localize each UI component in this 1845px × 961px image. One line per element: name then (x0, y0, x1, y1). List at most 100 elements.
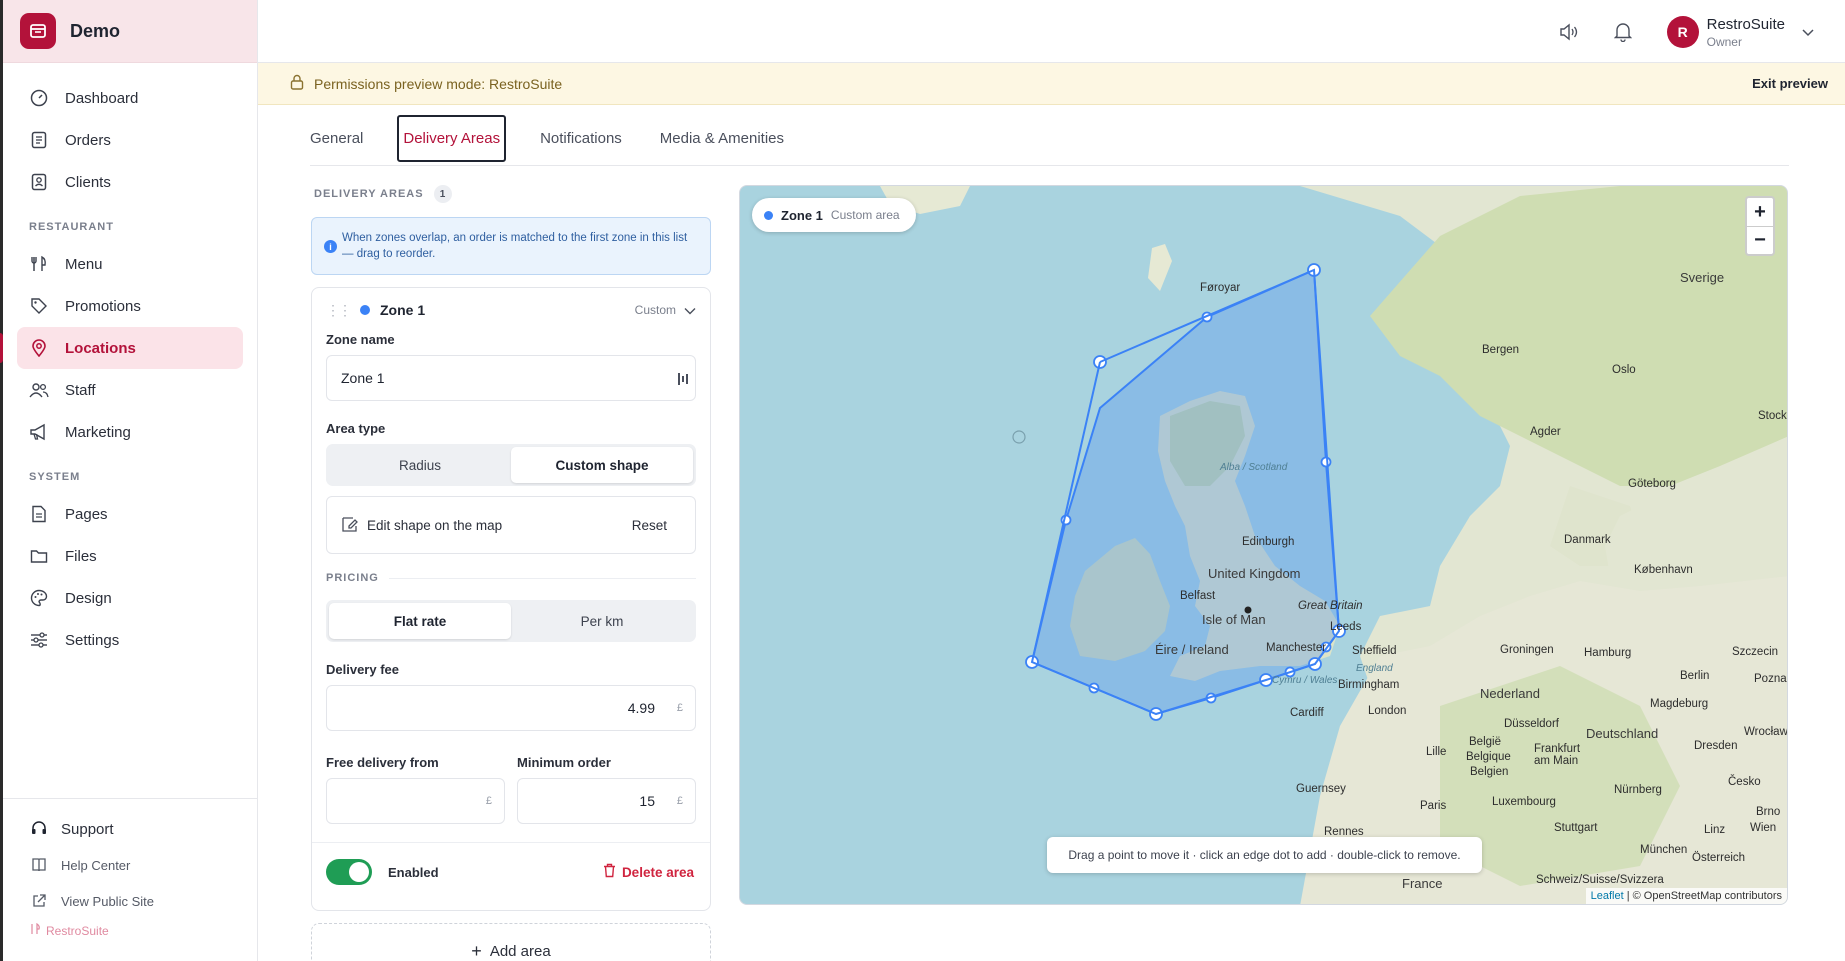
delete-area-button[interactable]: Delete area (603, 863, 694, 881)
tab-media-amenities[interactable]: Media & Amenities (656, 116, 788, 161)
pricing-per-km[interactable]: Per km (511, 603, 693, 639)
brand-header[interactable]: Demo (3, 0, 257, 63)
area-type-radius[interactable]: Radius (329, 447, 511, 483)
zone-color-dot (764, 210, 773, 220)
map-label-nederland: Nederland (1480, 686, 1540, 701)
delivery-fee-value: 4.99 (627, 700, 655, 716)
sidebar-item-label: Design (65, 589, 112, 607)
location-pin-icon (29, 338, 49, 358)
sidebar-item-locations[interactable]: Locations (0, 327, 243, 369)
map-label-magdeburg: Magdeburg (1650, 698, 1709, 710)
zone-pill[interactable]: Zone 1 Custom area (752, 198, 916, 232)
sidebar-item-clients[interactable]: Clients (17, 161, 243, 203)
sidebar-item-dashboard[interactable]: Dashboard (17, 77, 243, 119)
sidebar-item-pages[interactable]: Pages (17, 493, 243, 535)
info-icon: i (324, 240, 337, 253)
map-label-osterreich: Österreich (1692, 852, 1746, 864)
orders-icon (29, 130, 49, 150)
delivery-fee-input[interactable]: 4.99 £ (326, 685, 696, 731)
banner-text: Permissions preview mode: RestroSuite (314, 75, 563, 92)
map-label-stock: Stock (1758, 410, 1787, 422)
sidebar-item-marketing[interactable]: Marketing (17, 411, 243, 453)
delivery-areas-title: DELIVERY AREAS (314, 188, 424, 200)
map-label-luxembourg: Luxembourg (1492, 796, 1556, 808)
sidebar-item-label: Staff (65, 381, 96, 399)
megaphone-icon (29, 422, 49, 442)
drag-handle-icon[interactable]: ⋮⋮ (326, 302, 352, 319)
tab-general[interactable]: General (306, 116, 367, 161)
tab-delivery-areas[interactable]: Delivery Areas (397, 114, 507, 162)
map-label-wroclaw: Wrocław (1744, 726, 1788, 738)
map-label-frankfurt: Frankfurt am Main (1534, 743, 1581, 767)
map-label-bergen: Bergen (1482, 344, 1520, 356)
map-label-munchen: München (1640, 844, 1688, 856)
area-type-custom-shape[interactable]: Custom shape (511, 447, 693, 483)
avatar: R (1666, 16, 1699, 48)
section-system-heading: SYSTEM (29, 471, 81, 483)
osm-attribution: | © OpenStreetMap contributors (1626, 890, 1782, 902)
user-name: RestroSuite (1706, 15, 1785, 33)
enabled-row: Enabled Delete area (312, 842, 710, 885)
user-menu[interactable]: R RestroSuite Owner (1666, 16, 1815, 49)
map-label-wales: Cymru / Wales (1272, 675, 1338, 686)
bell-icon[interactable] (1603, 12, 1643, 52)
zone-name-input[interactable]: Zone 1 (326, 355, 696, 401)
map-label-hamburg: Hamburg (1584, 647, 1632, 659)
sidebar-item-orders[interactable]: Orders (17, 119, 243, 161)
zone-card: ⋮⋮ Zone 1 Custom Zone name Zone 1 Area t… (311, 287, 711, 911)
map-label-london: London (1368, 705, 1407, 717)
sidebar-item-files[interactable]: Files (17, 535, 243, 577)
enabled-toggle[interactable] (326, 859, 372, 885)
edit-shape-icon (341, 515, 359, 536)
zoom-out-button[interactable]: − (1747, 226, 1773, 254)
pricing-flat-rate[interactable]: Flat rate (329, 603, 511, 639)
map-label-stuttgart: Stuttgart (1554, 822, 1598, 834)
support-link[interactable]: Support (17, 811, 243, 847)
map-label-szczecin: Szczecin (1732, 646, 1779, 658)
map-label-goteborg: Göteborg (1628, 478, 1676, 490)
sidebar-item-promotions[interactable]: Promotions (17, 285, 243, 327)
map-label-alba: Alba / Scotland (1220, 462, 1288, 473)
sidebar-item-staff[interactable]: Staff (17, 369, 243, 411)
zone-header[interactable]: ⋮⋮ Zone 1 Custom (312, 288, 710, 332)
sidebar-item-label: Clients (65, 173, 111, 191)
tag-icon (29, 296, 49, 316)
free-delivery-group: Free delivery from £ (326, 755, 505, 824)
sidebar-item-design[interactable]: Design (17, 577, 243, 619)
tab-notifications[interactable]: Notifications (536, 116, 626, 161)
delivery-areas-heading: DELIVERY AREAS 1 (314, 185, 714, 203)
reset-shape-button[interactable]: Reset (632, 518, 667, 533)
minimum-order-input[interactable]: 15 £ (517, 778, 696, 824)
add-area-button[interactable]: + Add area (311, 923, 711, 961)
map-attribution: Leaflet | © OpenStreetMap contributors (1585, 888, 1787, 904)
delete-area-label: Delete area (621, 864, 694, 880)
pricing-toggle: Flat rate Per km (326, 600, 696, 642)
sidebar-item-settings[interactable]: Settings (17, 619, 243, 661)
sidebar-item-menu[interactable]: Menu (17, 243, 243, 285)
preview-banner: Permissions preview mode: RestroSuite Ex… (258, 63, 1845, 105)
edit-shape-box: Edit shape on the map Reset (326, 496, 696, 554)
zoom-in-button[interactable]: + (1747, 198, 1773, 226)
user-info: RestroSuite Owner (1707, 16, 1785, 49)
map-label-poznan: Poznań (1754, 673, 1787, 685)
leaflet-link[interactable]: Leaflet (1591, 890, 1624, 902)
sidebar-footer: Support Help Center View Public Site Res… (3, 798, 257, 950)
edit-shape-label: Edit shape on the map (367, 517, 503, 533)
folder-icon (29, 546, 49, 566)
main-content: General Delivery Areas Notifications Med… (258, 105, 1845, 961)
delivery-map[interactable]: Føroyar Alba / Scotland Edinburgh United… (739, 185, 1788, 905)
sidebar-item-label: Promotions (65, 297, 141, 315)
password-manager-icon[interactable] (677, 372, 689, 389)
sidebar-item-label: Menu (65, 255, 103, 273)
view-public-site-link[interactable]: View Public Site (17, 883, 243, 919)
sound-icon[interactable] (1549, 12, 1589, 52)
help-center-link[interactable]: Help Center (17, 847, 243, 883)
map-label-kobenhavn: København (1634, 564, 1693, 576)
chevron-down-icon[interactable] (684, 302, 696, 318)
free-delivery-input[interactable]: £ (326, 778, 505, 824)
tab-bar: General Delivery Areas Notifications Med… (310, 111, 1789, 166)
zone-name-value: Zone 1 (341, 370, 385, 386)
exit-preview-button[interactable]: Exit preview (1752, 76, 1828, 91)
map-label-paris: Paris (1420, 800, 1447, 812)
sidebar-nav: Dashboard Orders Clients RESTAURANT Menu… (0, 63, 257, 661)
